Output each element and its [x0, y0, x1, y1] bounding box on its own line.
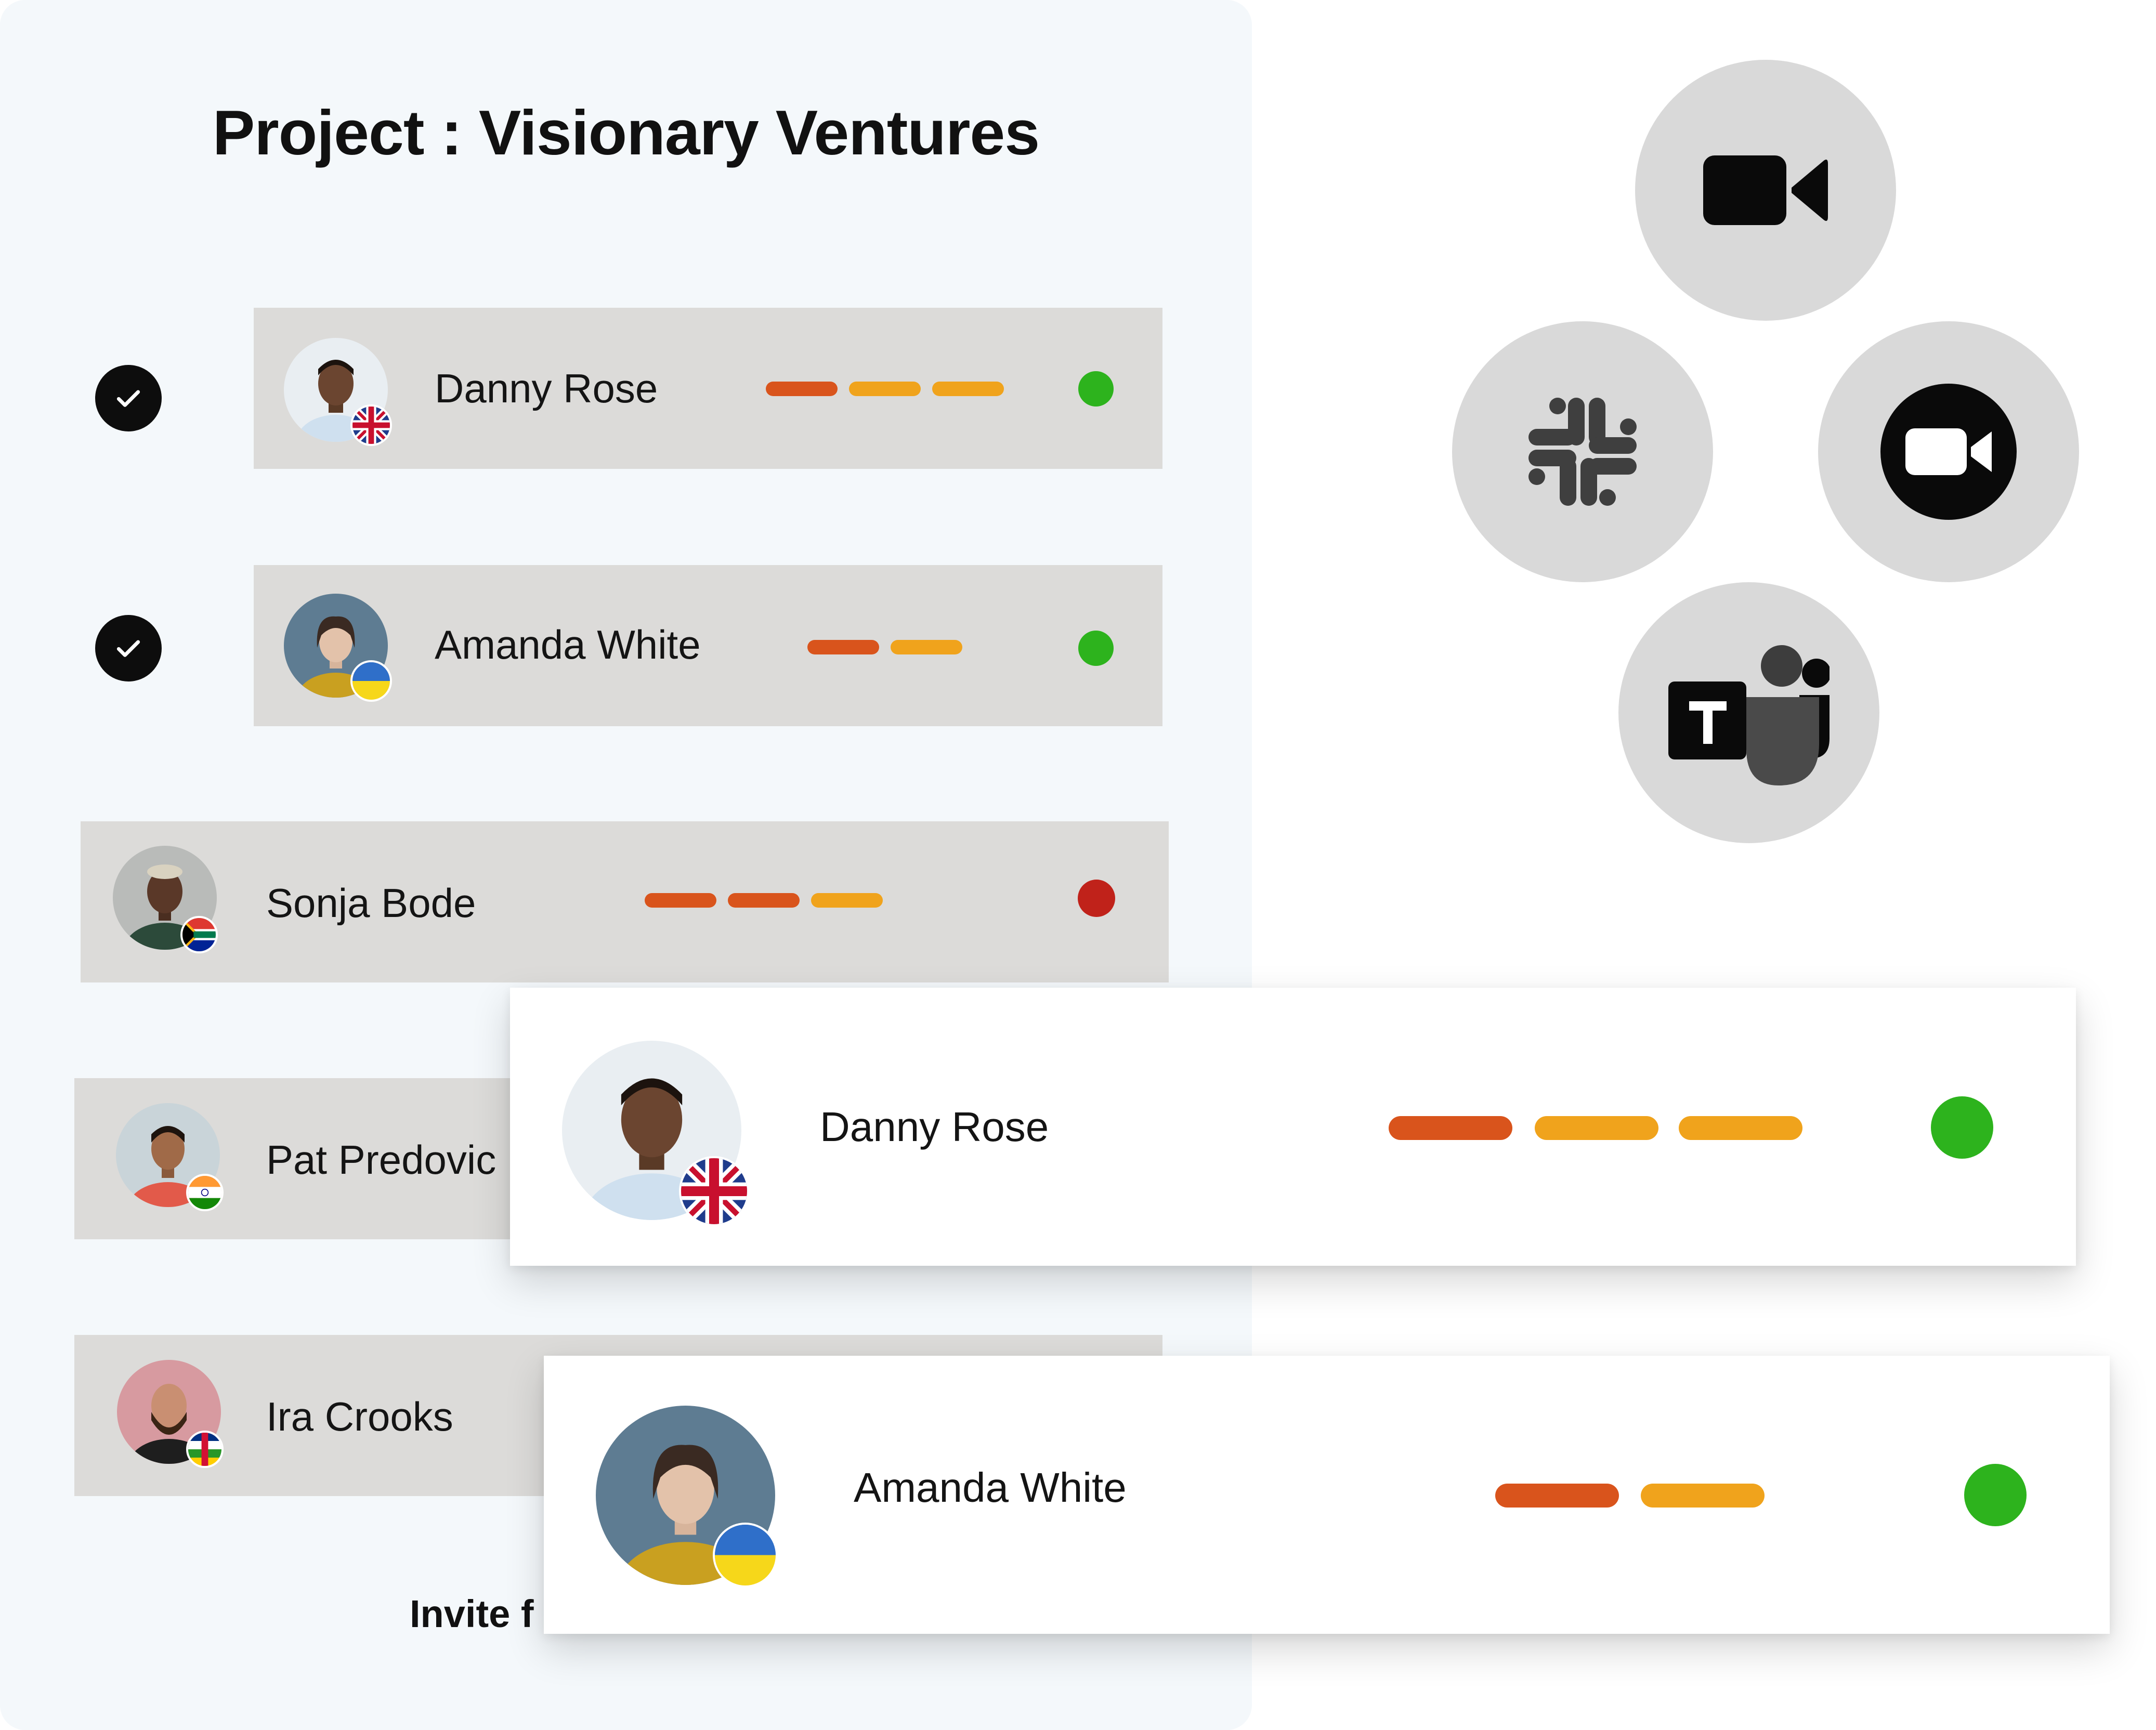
member-name: Amanda White [854, 1464, 1127, 1511]
activity-bar [1679, 1116, 1802, 1140]
activity-bar [849, 382, 921, 396]
ukraine-flag-icon [713, 1523, 778, 1588]
member-checkbox-checked[interactable] [95, 365, 162, 431]
member-name: Danny Rose [820, 1104, 1049, 1150]
member-name: Pat Predovic [266, 1137, 496, 1183]
slack-icon [1528, 398, 1637, 506]
status-online-dot [1078, 371, 1114, 407]
activity-bar [645, 893, 716, 908]
zoom-icon [1880, 384, 2017, 520]
member-name: Amanda White [435, 622, 701, 667]
activity-bar [891, 640, 962, 654]
activity-bar [1495, 1484, 1619, 1508]
activity-bar [932, 382, 1004, 396]
page-title: Project : Visionary Ventures [212, 97, 1040, 168]
teams-icon [1668, 645, 1830, 785]
avatar [596, 1406, 778, 1588]
south-africa-flag-icon [180, 916, 218, 953]
teams-app-button[interactable] [1618, 582, 1879, 843]
member-name: Danny Rose [435, 365, 658, 411]
avatar [116, 1103, 224, 1211]
member-name: Sonja Bode [266, 880, 476, 926]
uk-flag-icon [679, 1156, 749, 1226]
activity-bar [1535, 1116, 1658, 1140]
status-online-dot [1964, 1464, 2027, 1526]
member-card[interactable]: Amanda White [544, 1356, 2110, 1634]
activity-bar [1641, 1484, 1765, 1508]
status-online-dot [1078, 631, 1114, 666]
member-row[interactable]: Danny Rose [254, 308, 1162, 469]
checkmark-icon [116, 640, 140, 657]
ukraine-flag-icon [350, 660, 392, 702]
activity-bar [728, 893, 800, 908]
avatar [562, 1041, 749, 1226]
avatar [117, 1360, 224, 1468]
slack-app-button[interactable] [1452, 321, 1713, 582]
avatar [113, 846, 218, 953]
video-app-button[interactable] [1635, 60, 1896, 321]
status-offline-dot [1078, 880, 1115, 917]
activity-bar [766, 382, 838, 396]
zoom-app-button[interactable] [1818, 321, 2079, 582]
uk-flag-icon [350, 404, 392, 446]
member-checkbox-checked[interactable] [95, 615, 162, 681]
activity-bar [807, 640, 879, 654]
video-camera-icon [1703, 155, 1828, 225]
member-name: Ira Crooks [266, 1394, 453, 1439]
activity-bar [1389, 1116, 1512, 1140]
avatar [284, 338, 392, 446]
member-row[interactable]: Sonja Bode [81, 821, 1169, 982]
checkmark-icon [116, 390, 140, 407]
india-flag-icon [186, 1174, 224, 1211]
avatar [284, 594, 392, 702]
invite-link[interactable]: Invite f [410, 1592, 533, 1636]
central-african-republic-flag-icon [186, 1431, 224, 1468]
activity-bar [811, 893, 883, 908]
member-card[interactable]: Danny Rose [510, 988, 2076, 1266]
member-row[interactable]: Amanda White [254, 565, 1162, 726]
status-online-dot [1931, 1096, 1993, 1159]
